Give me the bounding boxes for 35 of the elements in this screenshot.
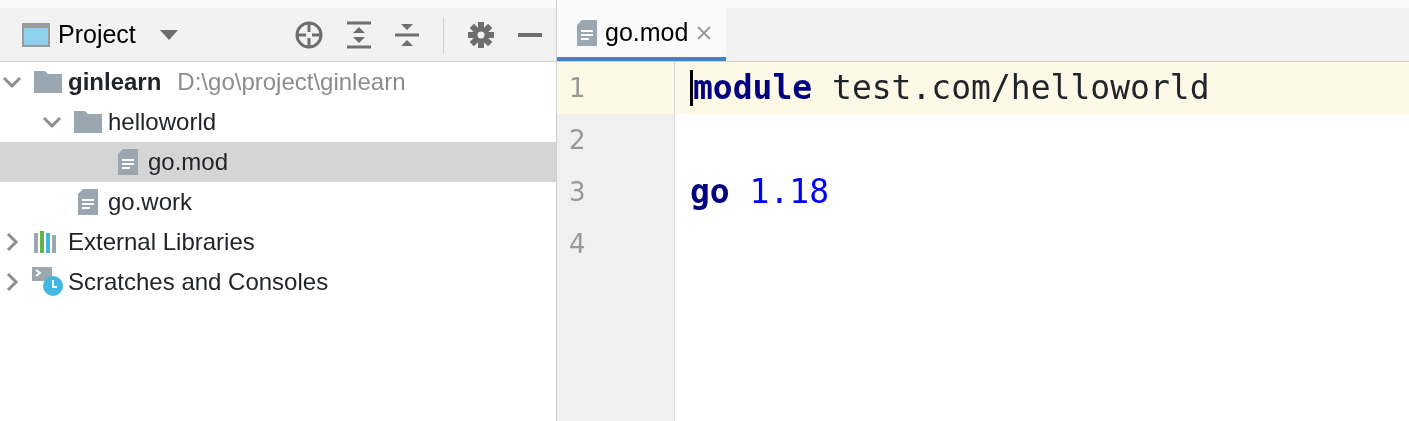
settings-icon[interactable] bbox=[468, 21, 494, 48]
tree-item[interactable]: helloworld bbox=[0, 102, 556, 142]
tree-item[interactable]: External Libraries bbox=[0, 222, 556, 262]
minimize-icon[interactable] bbox=[518, 32, 542, 37]
scratch-clock-icon bbox=[32, 267, 64, 297]
code-line: go 1.18 bbox=[690, 171, 830, 214]
panel-title: Project bbox=[58, 18, 136, 50]
line-number: 3 bbox=[569, 175, 586, 209]
window-icon bbox=[22, 22, 50, 47]
line-number: 2 bbox=[569, 123, 586, 157]
tree-item[interactable]: go.work bbox=[0, 182, 556, 222]
item-label: External Libraries bbox=[68, 227, 255, 257]
file-icon bbox=[78, 189, 98, 215]
file-icon bbox=[118, 149, 138, 175]
item-label: go.mod bbox=[148, 147, 229, 177]
folder-icon bbox=[34, 71, 62, 93]
expand-all-icon[interactable] bbox=[347, 20, 371, 49]
tree-item[interactable]: go.mod bbox=[0, 142, 556, 182]
tree-item[interactable]: Scratches and Consoles bbox=[0, 262, 556, 302]
item-label: ginlearn bbox=[68, 67, 162, 97]
tree-item[interactable]: ginlearn D:\go\project\ginlearn bbox=[0, 62, 556, 102]
item-label: Scratches and Consoles bbox=[68, 267, 329, 297]
line-number: 4 bbox=[569, 227, 586, 261]
line-number: 1 bbox=[569, 71, 586, 105]
folder-icon bbox=[74, 111, 102, 133]
code-line: module test.com/helloworld bbox=[693, 67, 1210, 110]
dropdown-caret-icon[interactable] bbox=[159, 29, 178, 40]
locate-icon[interactable] bbox=[295, 20, 323, 49]
project-path: D:\go\project\ginlearn bbox=[177, 67, 406, 97]
item-label: helloworld bbox=[108, 107, 217, 137]
text-caret bbox=[690, 70, 693, 106]
file-icon bbox=[577, 19, 597, 46]
close-icon[interactable] bbox=[696, 24, 713, 41]
item-label: go.work bbox=[108, 187, 193, 217]
editor-tab[interactable]: go.mod bbox=[557, 8, 727, 61]
